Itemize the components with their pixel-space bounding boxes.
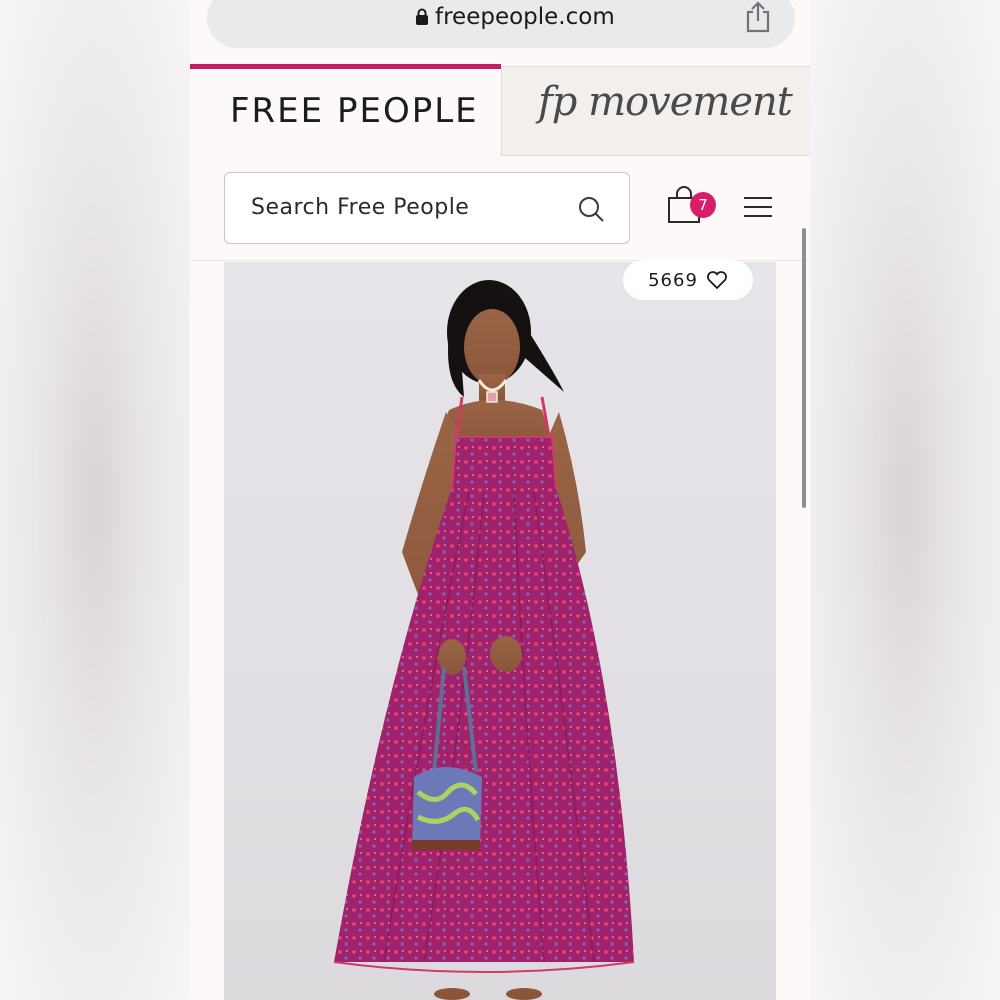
search-icon[interactable] [577, 195, 605, 223]
background-left [0, 0, 190, 1000]
url-text: freepeople.com [435, 4, 615, 30]
lock-icon [416, 8, 428, 25]
url-display[interactable]: freepeople.com [415, 4, 615, 30]
like-count: 5669 [648, 269, 698, 291]
address-bar[interactable]: freepeople.com [207, 0, 795, 48]
tab-fp-movement[interactable]: fp movement [501, 66, 810, 156]
search-placeholder: Search Free People [251, 195, 470, 220]
cart-count-badge: 7 [690, 192, 716, 218]
background-right [810, 0, 1000, 1000]
model-illustration [333, 280, 635, 1000]
favorite-button[interactable]: 5669 [623, 260, 753, 300]
product-image[interactable] [224, 262, 776, 1000]
tab-free-people[interactable]: FREE PEOPLE [190, 64, 501, 156]
share-icon[interactable] [743, 0, 773, 34]
heart-icon [706, 271, 727, 290]
search-header: Search Free People 7 [190, 156, 810, 262]
search-input[interactable]: Search Free People [224, 172, 630, 244]
free-people-logo: FREE PEOPLE [230, 91, 479, 131]
brand-tabs: FREE PEOPLE fp movement [190, 64, 810, 156]
fp-movement-logo: fp movement [538, 79, 793, 125]
mobile-screen: freepeople.com FREE PEOPLE fp movement S… [190, 0, 810, 1000]
scrollbar[interactable] [802, 228, 806, 508]
menu-icon[interactable] [744, 196, 772, 218]
